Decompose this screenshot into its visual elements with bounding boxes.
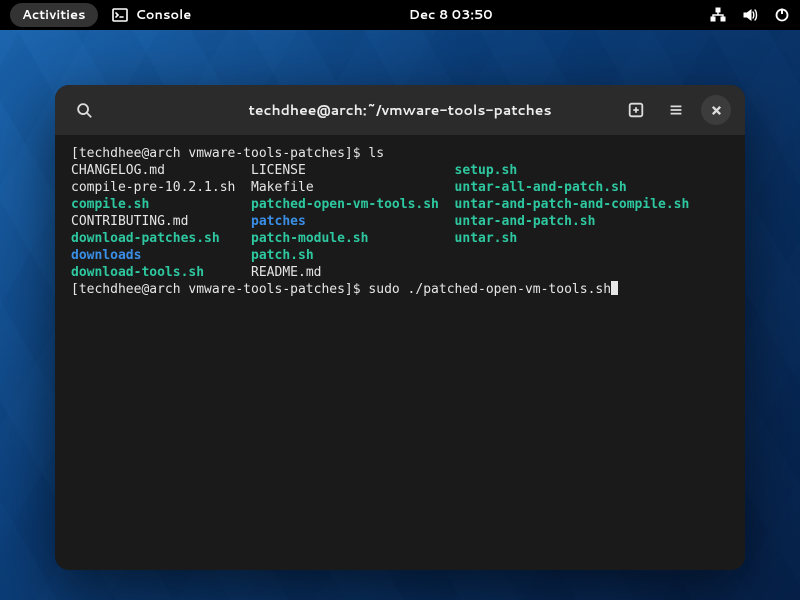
gnome-topbar: Activities Console Dec 8 03:50 xyxy=(0,0,800,30)
ls-entry: patch-module.sh xyxy=(251,231,368,246)
prompt: [techdhee@arch vmware-tools-patches]$ xyxy=(71,282,368,297)
close-button[interactable] xyxy=(701,95,731,125)
ls-entry: compile-pre-10.2.1.sh xyxy=(71,180,235,195)
ls-entry: download-tools.sh xyxy=(71,265,204,280)
volume-icon[interactable] xyxy=(742,7,758,23)
ls-entry: CONTRIBUTING.md xyxy=(71,214,188,229)
ls-entry: untar.sh xyxy=(455,231,518,246)
ls-entry: untar-all-and-patch.sh xyxy=(455,180,627,195)
ls-entry: patched-open-vm-tools.sh xyxy=(251,197,439,212)
ls-entry: patches xyxy=(251,214,306,229)
ls-entry: compile.sh xyxy=(71,197,149,212)
ls-entry: README.md xyxy=(251,265,321,280)
menu-button[interactable] xyxy=(661,95,691,125)
window-title: techdhee@arch:~/vmware-tools-patches xyxy=(219,100,581,120)
ls-entry: download-patches.sh xyxy=(71,231,220,246)
ls-entry: untar-and-patch.sh xyxy=(455,214,596,229)
cursor xyxy=(611,281,618,295)
ls-entry: Makefile xyxy=(251,180,314,195)
app-name: Console xyxy=(136,6,192,24)
search-button[interactable] xyxy=(69,95,99,125)
activities-button[interactable]: Activities xyxy=(10,3,98,27)
terminal-body[interactable]: [techdhee@arch vmware-tools-patches]$ ls… xyxy=(55,135,745,570)
clock[interactable]: Dec 8 03:50 xyxy=(409,6,493,24)
command: sudo ./patched-open-vm-tools.sh xyxy=(368,282,611,297)
ls-entry: patch.sh xyxy=(251,248,314,263)
terminal-header: techdhee@arch:~/vmware-tools-patches xyxy=(55,85,745,135)
topbar-right xyxy=(710,7,790,23)
ls-entry: setup.sh xyxy=(455,163,518,178)
ls-entry: untar-and-patch-and-compile.sh xyxy=(455,197,690,212)
new-tab-button[interactable] xyxy=(621,95,651,125)
terminal-window: techdhee@arch:~/vmware-tools-patches [te… xyxy=(55,85,745,570)
ls-entry: LICENSE xyxy=(251,163,306,178)
command: ls xyxy=(368,146,384,161)
console-icon xyxy=(112,7,128,23)
power-icon[interactable] xyxy=(774,7,790,23)
ls-entry: downloads xyxy=(71,248,141,263)
app-indicator[interactable]: Console xyxy=(112,6,192,24)
topbar-left: Activities Console xyxy=(10,3,191,27)
prompt: [techdhee@arch vmware-tools-patches]$ xyxy=(71,146,368,161)
network-icon[interactable] xyxy=(710,7,726,23)
ls-entry: CHANGELOG.md xyxy=(71,163,165,178)
